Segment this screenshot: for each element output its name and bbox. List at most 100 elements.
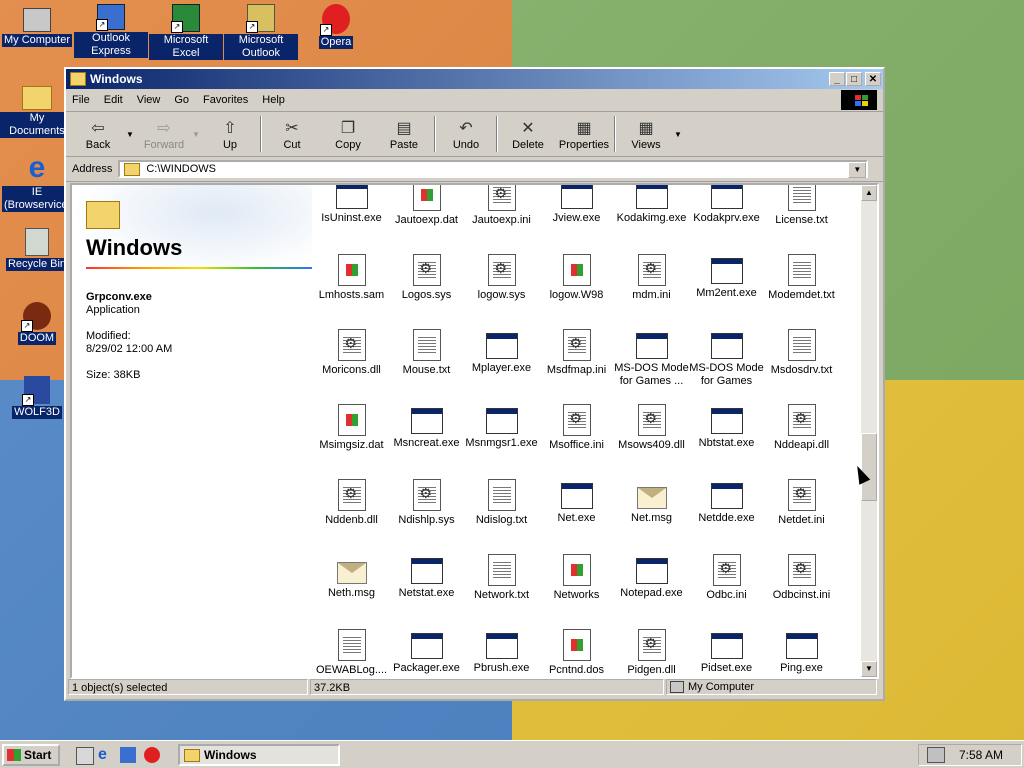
desktop-icon-ie[interactable]: e IE (Browservice) [0, 152, 74, 212]
back-button[interactable]: ⇦ Back [70, 117, 126, 151]
vertical-scrollbar[interactable]: ▲ ▼ [861, 185, 877, 677]
menu-favorites[interactable]: Favorites [203, 94, 248, 106]
forward-button[interactable]: ⇨ Forward [136, 117, 192, 151]
file-item[interactable]: Msows409.dll [614, 404, 689, 452]
window-titlebar[interactable]: Windows _ □ ✕ [66, 69, 883, 89]
undo-button[interactable]: ↶ Undo [438, 117, 494, 151]
file-item[interactable]: Pcntnd.dos [539, 629, 614, 677]
menu-go[interactable]: Go [174, 94, 189, 106]
file-item[interactable]: Modemdet.txt [764, 254, 839, 302]
file-item[interactable]: logow.sys [464, 254, 539, 302]
file-item[interactable]: Network.txt [464, 554, 539, 602]
desktop-icon-outlook[interactable]: ↗ Microsoft Outlook [224, 4, 298, 60]
desktop-icon-opera[interactable]: ↗ Opera [299, 4, 373, 49]
file-item[interactable]: MS-DOS Mode for Games ... [614, 329, 689, 388]
desktop-icon-recycle-bin[interactable]: Recycle Bin [0, 228, 74, 271]
file-item[interactable]: Moricons.dll [314, 329, 389, 377]
file-item[interactable]: Mouse.txt [389, 329, 464, 377]
address-dropdown-button[interactable]: ▼ [848, 162, 867, 178]
menu-help[interactable]: Help [262, 94, 285, 106]
file-item[interactable]: Netdet.ini [764, 479, 839, 527]
properties-button[interactable]: ▦ Properties [556, 117, 612, 151]
file-item[interactable]: Notepad.exe [614, 554, 689, 600]
file-item[interactable]: License.txt [764, 185, 839, 227]
file-item[interactable]: logow.W98 [539, 254, 614, 302]
file-item[interactable]: Neth.msg [314, 554, 389, 600]
menu-view[interactable]: View [137, 94, 161, 106]
ie-quicklaunch-icon[interactable]: e [98, 747, 114, 763]
desktop-icon-outlook-express[interactable]: ↗ Outlook Express [74, 4, 148, 58]
file-item[interactable]: Networks [539, 554, 614, 602]
file-item[interactable]: Nddenb.dll [314, 479, 389, 527]
file-item[interactable]: Net.msg [614, 479, 689, 525]
file-label: Kodakprv.exe [693, 212, 760, 224]
file-item[interactable]: mdm.ini [614, 254, 689, 302]
up-button[interactable]: ⇧ Up [202, 117, 258, 151]
file-item[interactable]: Netstat.exe [389, 554, 464, 600]
file-item[interactable]: Kodakimg.exe [614, 185, 689, 225]
file-item[interactable]: MS-DOS Mode for Games [689, 329, 764, 388]
file-item[interactable]: Jautoexp.ini [464, 185, 539, 227]
delete-button[interactable]: ✕ Delete [500, 117, 556, 151]
file-item[interactable]: Packager.exe [389, 629, 464, 675]
file-item[interactable]: Pbrush.exe [464, 629, 539, 675]
cut-button[interactable]: ✂ Cut [264, 117, 320, 151]
scheduler-tray-icon[interactable] [927, 747, 945, 763]
menu-file[interactable]: File [72, 94, 90, 106]
file-item[interactable]: Jautoexp.dat [389, 185, 464, 227]
file-item[interactable]: IsUninst.exe [314, 185, 389, 225]
file-item[interactable]: Msdosdrv.txt [764, 329, 839, 377]
maximize-button[interactable]: □ [846, 72, 862, 86]
desktop-icon-excel[interactable]: ↗ Microsoft Excel [149, 4, 223, 60]
back-dropdown-button[interactable]: ▼ [126, 130, 136, 139]
file-item[interactable]: OEWABLog.... [314, 629, 389, 677]
desktop-icon-my-computer[interactable]: My Computer [0, 4, 74, 47]
forward-dropdown-button[interactable]: ▼ [192, 130, 202, 139]
address-bar: Address C:\WINDOWS ▼ [66, 157, 883, 182]
cfg-file-icon [787, 404, 816, 436]
file-item[interactable]: Msncreat.exe [389, 404, 464, 450]
file-item[interactable]: Netdde.exe [689, 479, 764, 525]
file-item[interactable]: Net.exe [539, 479, 614, 525]
opera-quicklaunch-icon[interactable] [144, 747, 160, 763]
file-item[interactable]: Mplayer.exe [464, 329, 539, 375]
minimize-button[interactable]: _ [829, 72, 845, 86]
desktop-icon-my-documents[interactable]: My Documents [0, 80, 74, 138]
file-item[interactable]: Mm2ent.exe [689, 254, 764, 300]
desktop-icon-doom[interactable]: ↗ DOOM [0, 302, 74, 345]
file-item[interactable]: Ndislog.txt [464, 479, 539, 527]
scroll-down-button[interactable]: ▼ [861, 661, 877, 677]
file-item[interactable]: Nbtstat.exe [689, 404, 764, 450]
address-input[interactable]: C:\WINDOWS ▼ [118, 160, 869, 178]
file-item[interactable]: Pidset.exe [689, 629, 764, 675]
views-button[interactable]: ▦ Views [618, 117, 674, 151]
start-button[interactable]: Start [2, 744, 60, 766]
outlook-express-quicklaunch-icon[interactable] [120, 747, 136, 763]
menu-edit[interactable]: Edit [104, 94, 123, 106]
file-item[interactable]: Logos.sys [389, 254, 464, 302]
file-item[interactable]: Msimgsiz.dat [314, 404, 389, 452]
file-item[interactable]: Msoffice.ini [539, 404, 614, 452]
window-title: Windows [90, 72, 143, 86]
windows-logo-icon [841, 90, 877, 110]
clock[interactable]: 7:58 AM [959, 748, 1003, 762]
copy-button[interactable]: ❐ Copy [320, 117, 376, 151]
file-item[interactable]: Msdfmap.ini [539, 329, 614, 377]
file-item[interactable]: Kodakprv.exe [689, 185, 764, 225]
paste-button[interactable]: ▤ Paste [376, 117, 432, 151]
show-desktop-icon[interactable] [76, 747, 94, 765]
file-item[interactable]: Odbc.ini [689, 554, 764, 602]
file-item[interactable]: Pidgen.dll [614, 629, 689, 677]
close-button[interactable]: ✕ [865, 72, 881, 86]
file-item[interactable]: Jview.exe [539, 185, 614, 225]
file-item[interactable]: Ping.exe [764, 629, 839, 675]
views-dropdown-button[interactable]: ▼ [674, 130, 684, 139]
file-item[interactable]: Msnmgsr1.exe [464, 404, 539, 450]
desktop-icon-wolf3d[interactable]: ↗ WOLF3D [0, 376, 74, 419]
file-item[interactable]: Nddeapi.dll [764, 404, 839, 452]
file-item[interactable]: Odbcinst.ini [764, 554, 839, 602]
file-item[interactable]: Ndishlp.sys [389, 479, 464, 527]
scroll-up-button[interactable]: ▲ [861, 185, 877, 201]
file-item[interactable]: Lmhosts.sam [314, 254, 389, 302]
taskbar-button-windows[interactable]: Windows [178, 744, 340, 766]
